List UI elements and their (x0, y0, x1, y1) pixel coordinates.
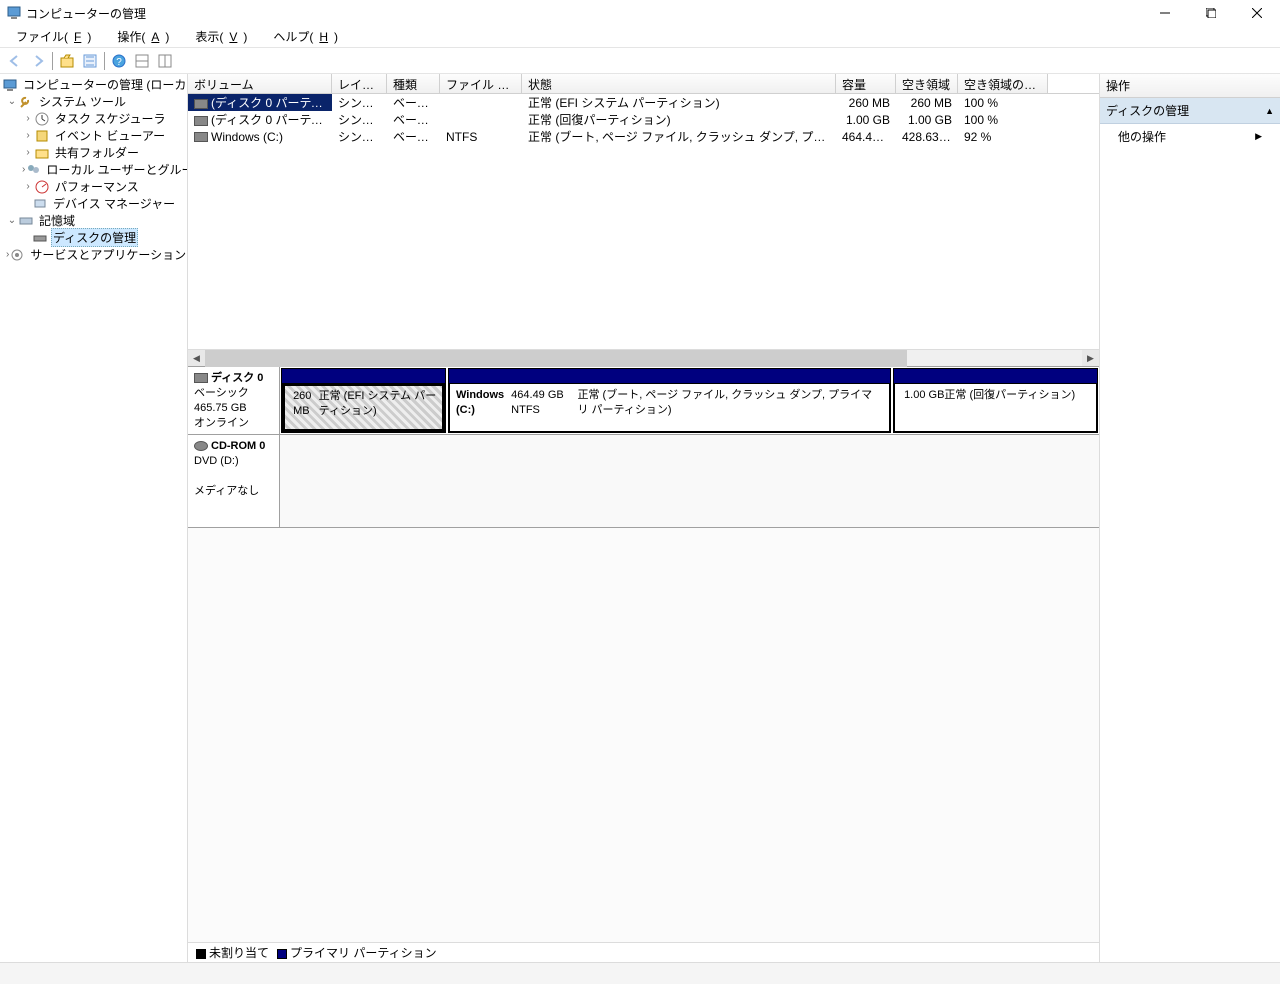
menu-help[interactable]: ヘルプ(H) (261, 26, 350, 47)
computer-icon (2, 77, 18, 93)
nav-tree[interactable]: コンピューターの管理 (ローカル) ⌄システム ツール ›タスク スケジューラ … (0, 74, 188, 962)
refresh-button[interactable] (79, 50, 101, 72)
empty-area (188, 528, 1099, 942)
storage-icon (18, 213, 34, 229)
actions-pane: 操作 ディスクの管理▲ 他の操作▶ (1100, 74, 1280, 962)
legend: 未割り当て プライマリ パーティション (188, 942, 1099, 962)
maximize-button[interactable] (1188, 0, 1234, 26)
volume-row[interactable]: (ディスク 0 パーティション 4) シンプルベーシック正常 (回復パーティショ… (188, 111, 1099, 128)
view2-button[interactable] (154, 50, 176, 72)
swatch-unallocated (196, 949, 206, 959)
expand-icon: ▶ (1255, 131, 1262, 142)
folder-icon (34, 145, 50, 161)
list-hscroll[interactable]: ◀ ▶ (188, 349, 1099, 366)
event-icon (34, 128, 50, 144)
actions-more[interactable]: 他の操作▶ (1100, 124, 1280, 149)
toolbar: ? (0, 48, 1280, 74)
cdrom-icon (194, 441, 208, 451)
titlebar: コンピューターの管理 (0, 0, 1280, 26)
tree-shared[interactable]: ›共有フォルダー (0, 144, 187, 161)
cdrom-row: CD-ROM 0 DVD (D:) メディアなし (188, 435, 1099, 528)
volume-icon (194, 132, 208, 142)
col-type[interactable]: 種類 (387, 74, 440, 93)
col-capacity[interactable]: 容量 (836, 74, 896, 93)
tree-users[interactable]: ›ローカル ユーザーとグループ (0, 161, 187, 178)
col-volume[interactable]: ボリューム (188, 74, 332, 93)
close-button[interactable] (1234, 0, 1280, 26)
scroll-right-icon[interactable]: ▶ (1082, 350, 1099, 367)
volume-icon (194, 116, 208, 126)
users-icon (25, 162, 41, 178)
partition-recovery[interactable]: 1.00 GB正常 (回復パーティション) (893, 368, 1098, 433)
disk-row: ディスク 0 ベーシック 465.75 GB オンライン 260 MB正常 (E… (188, 367, 1099, 435)
tree-storage[interactable]: ⌄記憶域 (0, 212, 187, 229)
disk-icon (32, 230, 48, 246)
menubar: ファイル(F) 操作(A) 表示(V) ヘルプ(H) (0, 26, 1280, 48)
app-icon (6, 5, 22, 21)
back-button[interactable] (4, 50, 26, 72)
view1-button[interactable] (131, 50, 153, 72)
tools-icon (18, 94, 34, 110)
menu-file[interactable]: ファイル(F) (4, 26, 103, 47)
tree-services[interactable]: ›サービスとアプリケーション (0, 246, 187, 263)
perf-icon (34, 179, 50, 195)
partition-windows[interactable]: Windows (C:)464.49 GB NTFS正常 (ブート, ページ フ… (448, 368, 891, 433)
tree-diskmgmt[interactable]: ディスクの管理 (0, 229, 187, 246)
forward-button[interactable] (27, 50, 49, 72)
minimize-button[interactable] (1142, 0, 1188, 26)
tree-systools[interactable]: ⌄システム ツール (0, 93, 187, 110)
scroll-left-icon[interactable]: ◀ (188, 350, 205, 367)
menu-action[interactable]: 操作(A) (105, 26, 181, 47)
swatch-primary (277, 949, 287, 959)
volume-list-header[interactable]: ボリューム レイアウト 種類 ファイル システム 状態 容量 空き領域 空き領域… (188, 74, 1099, 94)
col-fs[interactable]: ファイル システム (440, 74, 522, 93)
tree-root[interactable]: コンピューターの管理 (ローカル) (0, 76, 187, 93)
col-status[interactable]: 状態 (522, 74, 836, 93)
window-title: コンピューターの管理 (26, 5, 1142, 22)
up-button[interactable] (56, 50, 78, 72)
col-layout[interactable]: レイアウト (332, 74, 387, 93)
collapse-icon: ▲ (1265, 106, 1274, 116)
col-free[interactable]: 空き領域 (896, 74, 958, 93)
volume-row[interactable]: Windows (C:) シンプルベーシックNTFS正常 (ブート, ページ フ… (188, 128, 1099, 145)
volume-icon (194, 99, 208, 109)
disk-icon (194, 373, 208, 383)
col-pctfree[interactable]: 空き領域の割合 (958, 74, 1048, 93)
actions-header: 操作 (1100, 74, 1280, 98)
svg-text:?: ? (116, 57, 122, 68)
tree-devmgr[interactable]: デバイス マネージャー (0, 195, 187, 212)
statusbar (0, 962, 1280, 984)
volume-row[interactable]: (ディスク 0 パーティション 1) シンプルベーシック正常 (EFI システム… (188, 94, 1099, 111)
scroll-thumb[interactable] (205, 350, 907, 367)
menu-view[interactable]: 表示(V) (183, 26, 259, 47)
partition-efi[interactable]: 260 MB正常 (EFI システム パーティション) (281, 368, 446, 433)
cdrom-info[interactable]: CD-ROM 0 DVD (D:) メディアなし (188, 435, 280, 527)
actions-diskmgmt[interactable]: ディスクの管理▲ (1100, 98, 1280, 124)
device-icon (32, 196, 48, 212)
disk-info[interactable]: ディスク 0 ベーシック 465.75 GB オンライン (188, 367, 280, 434)
help-button[interactable]: ? (108, 50, 130, 72)
tree-perf[interactable]: ›パフォーマンス (0, 178, 187, 195)
tree-scheduler[interactable]: ›タスク スケジューラ (0, 110, 187, 127)
clock-icon (34, 111, 50, 127)
volume-list[interactable]: (ディスク 0 パーティション 1) シンプルベーシック正常 (EFI システム… (188, 94, 1099, 349)
tree-eventviewer[interactable]: ›イベント ビューアー (0, 127, 187, 144)
services-icon (9, 247, 25, 263)
